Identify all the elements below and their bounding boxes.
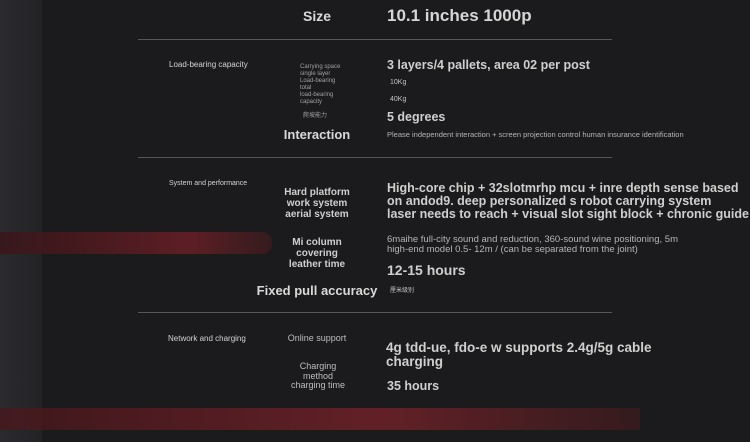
online-value-line: charging [386,354,444,369]
online-support-label: Online support [287,333,347,343]
pull-accuracy-value: 厘米级别 [390,288,415,294]
hard-platform-value: High-core chip + 32slotmrhp mcu + inre d… [387,182,749,221]
hard-value-line: laser needs to reach + visual slot sight… [387,207,749,221]
hard-label-line: aerial system [285,209,349,220]
time-value: 12-15 hours [387,262,466,278]
hard-label-line: Hard platform [284,187,350,198]
charging-label: Charging method charging time [280,361,356,391]
interaction-value: Please independent interaction + screen … [387,130,684,139]
divider-1 [138,39,612,40]
load-label-line: capacity [300,99,323,105]
mic-label-line: leather time [288,259,346,270]
robot-silhouette-left [0,0,42,442]
robot-red-bar-lower [0,408,640,430]
load-small-labels: Carrying space single layer Load-bearing… [300,64,340,106]
section-network-charging: Network and charging [168,334,246,343]
load-label-line: single layer [300,71,331,77]
size-value: 10.1 inches 1000p [387,6,532,25]
mic-value-line: high-end model 0.5- 12m / (can be separa… [387,244,638,255]
pull-accuracy-label: Fixed pull accuracy [256,283,378,298]
hard-label-line: work system [286,198,348,209]
interaction-label: Interaction [283,127,351,142]
divider-2 [138,157,612,158]
load-label-line: Carrying space [300,64,341,70]
section-load-bearing: Load-bearing capacity [169,60,248,69]
load-10kg-value: 10Kg [390,79,407,86]
load-40kg-value: 40Kg [390,96,407,103]
online-support-value: 4g tdd-ue, fdo-e w supports 2.4g/5g cabl… [386,341,652,369]
mic-label-line: Mi column [292,237,342,248]
hard-platform-label: Hard platform work system aerial system [276,187,358,220]
climb-label: 爬坡能力 [303,113,328,119]
load-label-line: Load-bearing [300,78,336,84]
charging-time-value: 35 hours [387,379,440,393]
charging-label-line: charging time [290,380,346,390]
mic-column-label: Mi column covering leather time [276,237,358,270]
online-value-line: 4g tdd-ue, fdo-e w supports 2.4g/5g cabl… [386,340,652,355]
load-value: 3 layers/4 pallets, area 02 per post [387,58,590,72]
mic-column-value: 6maihe full-city sound and reduction, 36… [387,235,678,255]
section-system-performance: System and performance [169,180,248,187]
size-label: Size [302,8,331,24]
load-label-line: load-bearing [300,92,334,98]
divider-3 [138,312,612,313]
load-label-line: total [300,85,312,91]
mic-label-line: covering [296,248,338,259]
robot-red-bar-upper [0,232,272,254]
climb-value: 5 degrees [387,110,446,124]
